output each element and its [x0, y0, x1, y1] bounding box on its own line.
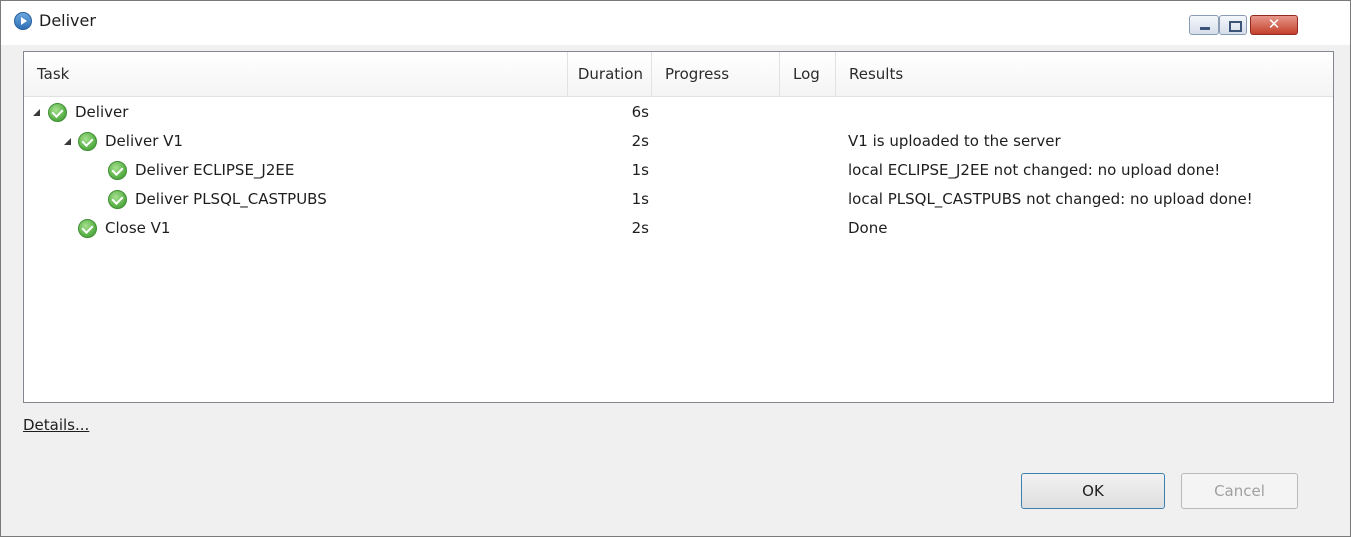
column-header-log[interactable]: Log: [779, 52, 835, 97]
ok-button[interactable]: OK: [1021, 473, 1165, 509]
column-header-duration[interactable]: Duration: [567, 52, 651, 97]
app-play-icon: [14, 12, 32, 30]
task-duration: 6s: [631, 103, 649, 121]
task-name: Close V1: [105, 219, 171, 237]
details-link[interactable]: Details...: [23, 416, 89, 434]
table-row[interactable]: Deliver V1 2s V1 is uploaded to the serv…: [24, 127, 1333, 156]
green-check-icon: [78, 219, 97, 238]
expanded-triangle-icon[interactable]: [64, 138, 71, 145]
task-duration: 2s: [631, 132, 649, 150]
column-header-task[interactable]: Task: [24, 52, 567, 97]
table-row[interactable]: Deliver PLSQL_CASTPUBS 1s local PLSQL_CA…: [24, 185, 1333, 214]
task-name: Deliver ECLIPSE_J2EE: [135, 161, 295, 179]
column-header-results[interactable]: Results: [835, 52, 1333, 97]
task-duration: 2s: [631, 219, 649, 237]
minimize-button[interactable]: [1189, 15, 1219, 35]
task-result: Done: [848, 219, 888, 237]
table-header: Task Duration Progress Log Results: [24, 52, 1333, 97]
task-table: Task Duration Progress Log Results Deliv…: [23, 51, 1334, 403]
task-result: local PLSQL_CASTPUBS not changed: no upl…: [848, 190, 1253, 208]
window-title: Deliver: [39, 11, 96, 30]
task-name: Deliver V1: [105, 132, 183, 150]
maximize-button[interactable]: [1219, 15, 1247, 35]
task-name: Deliver: [75, 103, 129, 121]
dialog-window: Deliver ✕ Task Duration Progress Log Res…: [0, 0, 1351, 537]
cancel-button[interactable]: Cancel: [1181, 473, 1298, 509]
green-check-icon: [78, 132, 97, 151]
green-check-icon: [108, 190, 127, 209]
title-bar[interactable]: Deliver ✕: [1, 1, 1350, 45]
green-check-icon: [48, 103, 67, 122]
close-icon: ✕: [1267, 15, 1281, 33]
task-duration: 1s: [631, 161, 649, 179]
close-button[interactable]: ✕: [1250, 15, 1298, 35]
table-row[interactable]: Close V1 2s Done: [24, 214, 1333, 243]
expanded-triangle-icon[interactable]: [33, 109, 40, 116]
column-header-progress[interactable]: Progress: [651, 52, 779, 97]
task-duration: 1s: [631, 190, 649, 208]
task-result: local ECLIPSE_J2EE not changed: no uploa…: [848, 161, 1221, 179]
task-name: Deliver PLSQL_CASTPUBS: [135, 190, 327, 208]
table-row[interactable]: Deliver 6s: [24, 98, 1333, 127]
green-check-icon: [108, 161, 127, 180]
table-row[interactable]: Deliver ECLIPSE_J2EE 1s local ECLIPSE_J2…: [24, 156, 1333, 185]
task-result: V1 is uploaded to the server: [848, 132, 1061, 150]
